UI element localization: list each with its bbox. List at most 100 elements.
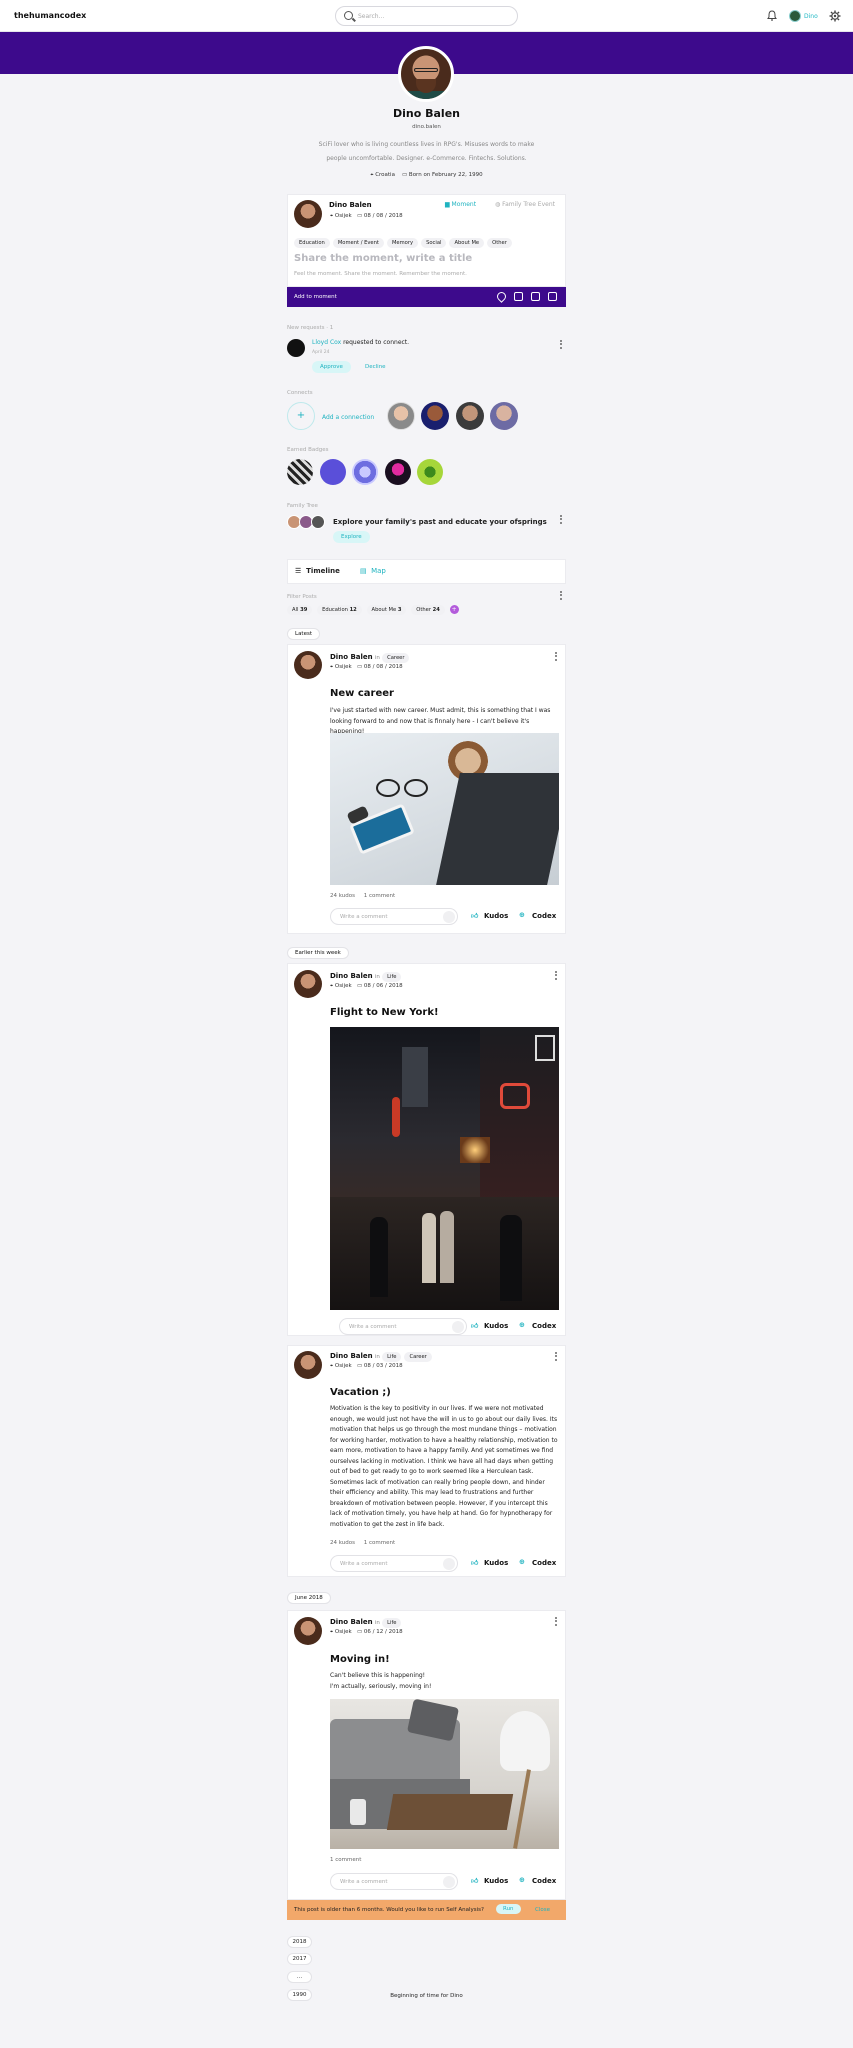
post-body: Can't believe this is happening! I'm actu… [330, 1672, 432, 1690]
camera-icon[interactable] [548, 292, 557, 301]
post-tag[interactable]: Career [404, 1352, 432, 1362]
search-placeholder: Search... [358, 13, 385, 20]
comment-input[interactable]: Write a comment [330, 1555, 458, 1572]
badge-icon[interactable] [287, 459, 313, 485]
add-connection-button[interactable]: Add a connection [322, 414, 374, 421]
post-title: Flight to New York! [330, 1007, 439, 1018]
more-icon[interactable] [560, 340, 563, 349]
nav-user-name: Dino [804, 13, 818, 20]
post-more-icon[interactable] [555, 1617, 558, 1626]
self-analysis-banner: This post is older than 6 months. Would … [287, 1900, 566, 1920]
kudos-button[interactable]: 👍︎ Kudos [471, 1877, 508, 1885]
search-input[interactable]: Search... [335, 6, 518, 26]
location-pin-icon: ⌖ [330, 1629, 334, 1635]
tag-chip[interactable]: Other [487, 238, 512, 248]
decline-button[interactable]: Decline [365, 364, 386, 370]
search-icon [344, 11, 353, 20]
gear-icon[interactable] [829, 10, 841, 22]
send-icon [443, 911, 455, 923]
tag-chip[interactable]: About Me [449, 238, 485, 248]
post-photo-desk[interactable] [330, 733, 559, 885]
post-tag[interactable]: Life [382, 1352, 402, 1362]
tag-chip[interactable]: Education [294, 238, 330, 248]
approve-button[interactable]: Approve [312, 361, 351, 373]
thumbs-up-icon: 👍︎ [471, 1559, 479, 1567]
profile-born: Born on February 22, 1990 [408, 172, 483, 178]
year-2017[interactable]: 2017 [287, 1953, 312, 1965]
brand-logo[interactable]: thehumancodex [14, 11, 86, 20]
location-pin-icon[interactable] [495, 290, 508, 303]
post-avatar [294, 1351, 322, 1379]
run-button[interactable]: Run [496, 1904, 521, 1914]
connection-avatar[interactable] [490, 402, 518, 430]
more-icon[interactable] [560, 515, 563, 524]
badges-label: Earned Badges [287, 447, 329, 453]
composer-toolbar: Add to moment [287, 287, 566, 307]
requester-name[interactable]: Lloyd Cox [312, 339, 341, 346]
tab-map[interactable]: ▤ Map [360, 567, 386, 575]
family-tree-label: Family Tree [287, 503, 318, 509]
add-connection-icon[interactable]: + [287, 402, 315, 430]
post-tag[interactable]: Life [382, 1618, 402, 1628]
kudos-button[interactable]: 👍︎ Kudos [471, 912, 508, 920]
tag-chip[interactable]: Social [421, 238, 447, 248]
tag-chip[interactable]: Memory [386, 238, 419, 248]
chat-icon: ▆ [445, 201, 450, 208]
calendar-icon: ▭ [356, 1629, 363, 1635]
filter-all[interactable]: All 39 [287, 605, 313, 615]
moment-body-input[interactable]: Feel the moment. Share the moment. Remem… [294, 271, 467, 277]
send-icon [452, 1321, 464, 1333]
location-pin-icon: ⌖ [330, 664, 334, 670]
badge-icon[interactable] [385, 459, 411, 485]
mode-moment-tab[interactable]: ▆ Moment [445, 201, 476, 208]
post-tag[interactable]: Career [382, 653, 410, 663]
file-icon[interactable] [531, 292, 540, 301]
kudos-button[interactable]: 👍︎ Kudos [471, 1559, 508, 1567]
moment-title-input[interactable]: Share the moment, write a title [294, 253, 472, 264]
post-tag[interactable]: Life [382, 972, 402, 982]
codex-button[interactable]: ⊕ Codex [519, 1876, 556, 1885]
composer-avatar [294, 200, 322, 228]
comment-input[interactable]: Write a comment [330, 1873, 458, 1890]
codex-button[interactable]: ⊕ Codex [519, 911, 556, 920]
add-filter-icon[interactable]: + [449, 605, 459, 614]
mode-family-tab[interactable]: ◍ Family Tree Event [495, 201, 555, 208]
tab-timeline[interactable]: ☰ Timeline [295, 567, 340, 575]
calendar-icon[interactable] [514, 292, 523, 301]
tag-chip[interactable]: Moment / Event [332, 238, 384, 248]
explore-button[interactable]: Explore [333, 531, 370, 543]
post-photo-street[interactable] [330, 1027, 559, 1310]
post-avatar [294, 970, 322, 998]
location-pin-icon: ⌖ [330, 983, 334, 989]
bell-icon[interactable] [767, 10, 777, 21]
filter-other[interactable]: Other 24 [411, 605, 445, 615]
post-more-icon[interactable] [555, 1352, 558, 1361]
codex-button[interactable]: ⊕ Codex [519, 1321, 556, 1330]
post-title: Vacation ;) [330, 1387, 391, 1398]
date-label-latest: Latest [287, 628, 320, 640]
connection-avatar[interactable] [387, 402, 415, 430]
kudos-button[interactable]: 👍︎ Kudos [471, 1322, 508, 1330]
post-more-icon[interactable] [555, 971, 558, 980]
year-2018[interactable]: 2018 [287, 1936, 312, 1948]
filter-about-me[interactable]: About Me 3 [366, 605, 407, 615]
profile-meta: ⌖ Croatia ▭ Born on February 22, 1990 [0, 172, 853, 179]
connection-avatar[interactable] [456, 402, 484, 430]
more-icon[interactable] [560, 591, 563, 600]
send-icon [443, 1876, 455, 1888]
codex-button[interactable]: ⊕ Codex [519, 1558, 556, 1567]
comment-input[interactable]: Write a comment [339, 1318, 467, 1335]
post-more-icon[interactable] [555, 652, 558, 661]
post-photo-living-room[interactable] [330, 1699, 559, 1849]
close-button[interactable]: Close [535, 1907, 550, 1913]
post-meta: ⌖ Osijek ▭ 08 / 08 / 2018 [330, 664, 403, 670]
connection-avatar[interactable] [421, 402, 449, 430]
comment-input[interactable]: Write a comment [330, 908, 458, 925]
filter-education[interactable]: Education 12 [317, 605, 362, 615]
badge-icon[interactable] [417, 459, 443, 485]
year-more[interactable]: ... [287, 1971, 312, 1983]
location-pin-icon: ⌖ [330, 1363, 334, 1369]
badge-icon[interactable] [320, 459, 346, 485]
date-label-earlier: Earlier this week [287, 947, 349, 959]
badge-icon[interactable] [352, 459, 378, 485]
